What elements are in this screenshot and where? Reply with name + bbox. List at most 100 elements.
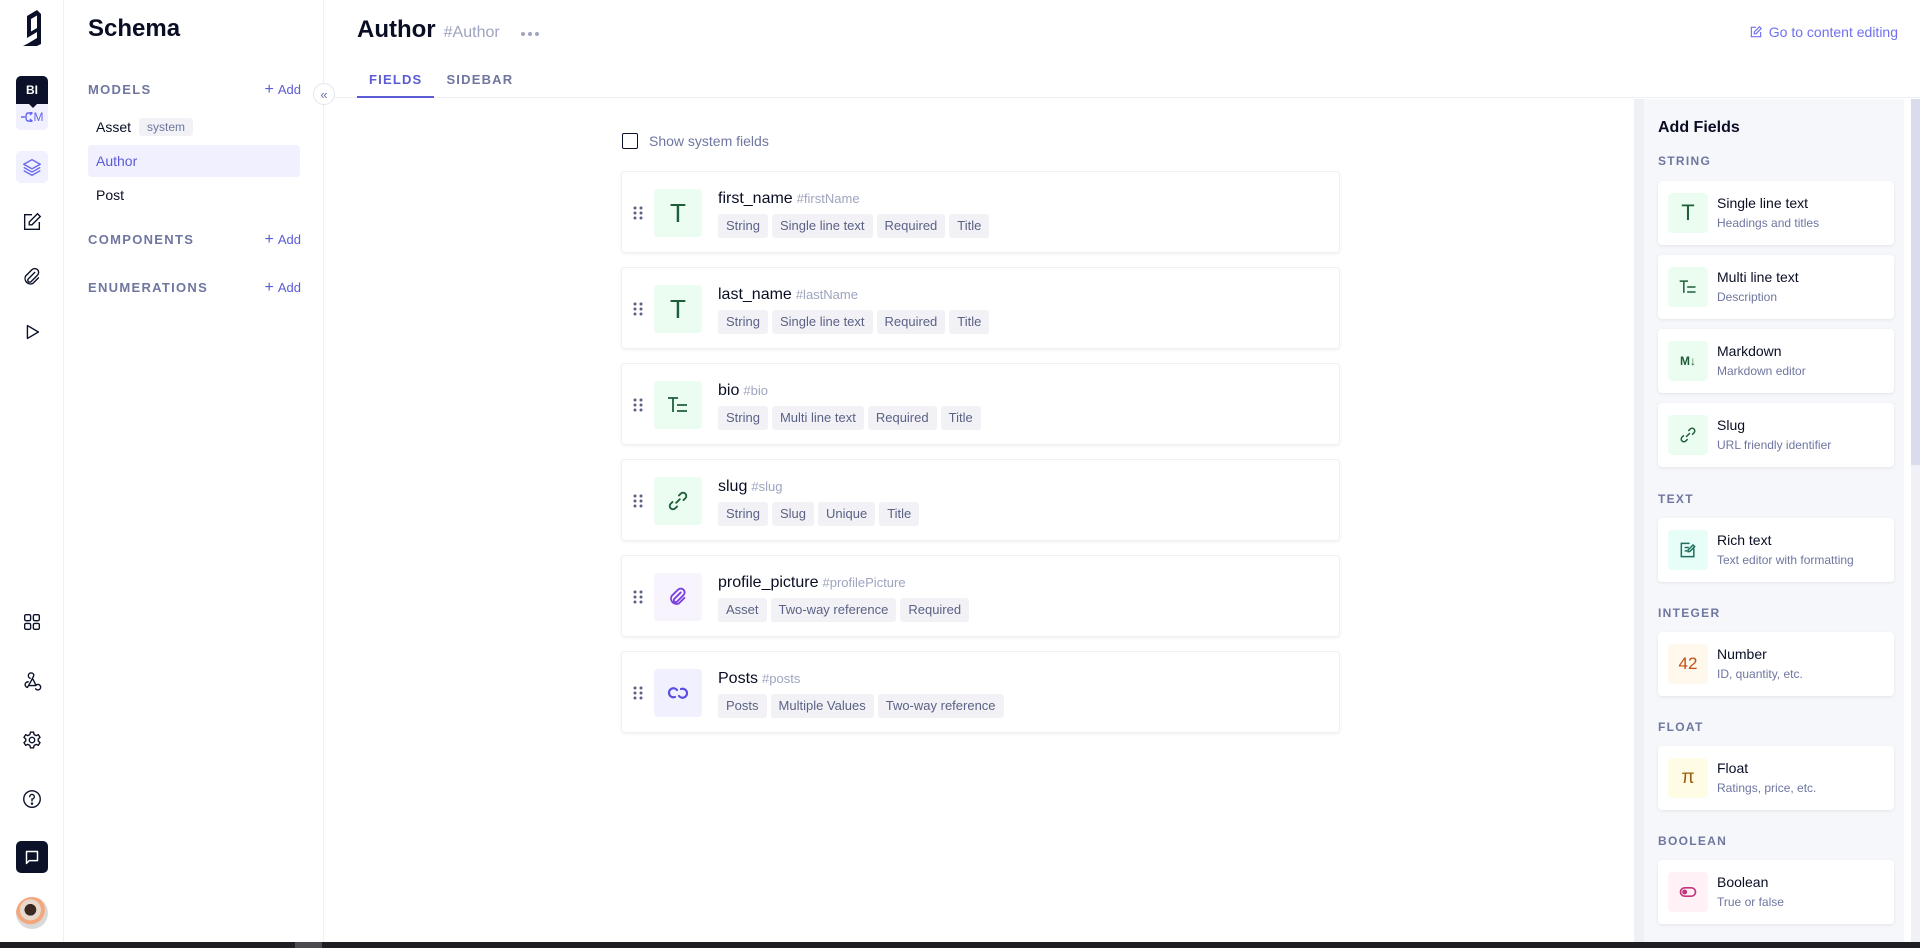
field-type-desc: Headings and titles — [1717, 216, 1820, 230]
horizontal-scrollbar[interactable] — [0, 942, 1920, 948]
pi-icon: π — [1668, 758, 1708, 798]
checkbox[interactable] — [622, 133, 638, 149]
nav-assets[interactable] — [16, 261, 48, 293]
drag-handle-icon[interactable] — [632, 205, 644, 221]
nav-playground[interactable] — [16, 316, 48, 348]
hygraph-logo-icon[interactable] — [20, 9, 44, 49]
more-options-button[interactable] — [519, 24, 541, 44]
toggle-icon — [1668, 872, 1708, 912]
environment-switcher[interactable]: BI M — [16, 76, 48, 130]
field-name: last_name — [718, 286, 792, 303]
field-row-profile-picture[interactable]: profile_picture #profilePicture Asset Two… — [621, 555, 1340, 637]
field-api-id: #profilePicture — [822, 575, 906, 590]
link-icon — [654, 477, 702, 525]
sidebar-item-asset[interactable]: Asset system — [88, 111, 300, 143]
field-row-posts[interactable]: Posts #posts Posts Multiple Values Two-wa… — [621, 651, 1340, 733]
add-model-button[interactable]: + Add — [265, 82, 301, 98]
field-type-rich-text[interactable]: Rich text Text editor with formatting — [1658, 518, 1894, 582]
field-type-markdown[interactable]: M↓ Markdown Markdown editor — [1658, 329, 1894, 393]
text-icon: T — [654, 189, 702, 237]
model-display-name: Author — [357, 16, 436, 43]
field-type-desc: Text editor with formatting — [1717, 553, 1854, 567]
text-icon: T — [1668, 193, 1708, 233]
field-row-first-name[interactable]: T first_name #firstName String Single lin… — [621, 171, 1340, 253]
field-type-name: Multi line text — [1717, 269, 1799, 285]
scrollbar-thumb[interactable] — [1911, 99, 1920, 465]
nav-content[interactable] — [16, 206, 48, 238]
markdown-icon: M↓ — [1668, 341, 1708, 381]
field-tag: Multi line text — [771, 406, 864, 430]
drag-handle-icon[interactable] — [632, 397, 644, 413]
nav-schema[interactable] — [16, 151, 48, 183]
rich-text-icon — [1668, 530, 1708, 570]
sidebar-item-post[interactable]: Post — [88, 179, 300, 211]
play-icon — [26, 324, 40, 340]
field-type-boolean[interactable]: Boolean True or false — [1658, 860, 1894, 924]
field-type-desc: ID, quantity, etc. — [1717, 667, 1803, 681]
relation-icon — [654, 669, 702, 717]
field-type-desc: Markdown editor — [1717, 364, 1806, 378]
tab-fields[interactable]: FIELDS — [357, 68, 435, 98]
pi-glyph: π — [1681, 767, 1695, 788]
tab-sidebar[interactable]: SIDEBAR — [434, 68, 525, 98]
webhook-icon — [24, 672, 42, 691]
field-type-slug[interactable]: Slug URL friendly identifier — [1658, 403, 1894, 467]
field-tag: Required — [876, 310, 946, 334]
user-avatar[interactable] — [16, 897, 48, 929]
dot — [535, 32, 539, 36]
number-icon: 42 — [1668, 644, 1708, 684]
model-name: Post — [96, 187, 125, 203]
model-header: Author #Author Go to content editing FIE… — [325, 0, 1920, 98]
field-type-name: Number — [1717, 646, 1767, 662]
field-tag: Title — [949, 214, 990, 238]
field-name: Posts — [718, 670, 759, 687]
gear-icon — [23, 731, 41, 749]
nav-webhooks[interactable] — [16, 665, 48, 697]
app-root: BI M Schema MODELS + Add Asset system Au… — [0, 0, 1920, 948]
model-name: Asset — [96, 119, 132, 135]
category-text: TEXT — [1658, 492, 1694, 506]
paperclip-icon — [654, 573, 702, 621]
number-glyph: 42 — [1678, 654, 1698, 673]
field-type-multi-line-text[interactable]: Multi line text Description — [1658, 255, 1894, 319]
model-title: Author #Author — [357, 16, 500, 44]
nav-help[interactable] — [16, 783, 48, 815]
drag-handle-icon[interactable] — [632, 493, 644, 509]
field-tag: Single line text — [771, 310, 873, 334]
field-type-number[interactable]: 42 Number ID, quantity, etc. — [1658, 632, 1894, 696]
field-row-last-name[interactable]: T last_name #lastName String Single line … — [621, 267, 1340, 349]
sidebar-title: Schema — [88, 15, 181, 42]
panel-scrollbar[interactable] — [1911, 99, 1920, 942]
field-row-bio[interactable]: bio #bio String Multi line text Required … — [621, 363, 1340, 445]
field-tag: Required — [900, 598, 970, 622]
nav-apps[interactable] — [16, 606, 48, 638]
add-component-button[interactable]: + Add — [265, 232, 301, 248]
add-fields-panel: Add Fields STRING T Single line text Hea… — [1644, 99, 1904, 942]
field-type-single-line-text[interactable]: T Single line text Headings and titles — [1658, 181, 1894, 245]
paperclip-icon — [24, 267, 40, 285]
drag-handle-icon[interactable] — [632, 301, 644, 317]
components-section-header: COMPONENTS + Add — [88, 232, 301, 248]
field-row-slug[interactable]: slug #slug String Slug Unique Title — [621, 459, 1340, 541]
show-system-fields-checkbox[interactable]: Show system fields — [622, 133, 769, 149]
models-section-header: MODELS + Add — [88, 82, 301, 98]
field-api-id: #bio — [743, 383, 768, 398]
category-boolean: BOOLEAN — [1658, 834, 1728, 848]
branch-icon — [20, 112, 33, 122]
drag-handle-icon[interactable] — [632, 685, 644, 701]
nav-chat[interactable] — [16, 841, 48, 873]
models-label: MODELS — [88, 82, 152, 97]
nav-settings[interactable] — [16, 724, 48, 756]
collapse-sidebar-button[interactable]: « — [313, 83, 335, 105]
scrollbar-thumb[interactable] — [295, 942, 322, 948]
field-api-id: #lastName — [795, 287, 858, 302]
branch-label: M — [33, 110, 44, 124]
go-to-content-editing-link[interactable]: Go to content editing — [1749, 24, 1898, 40]
field-name: slug — [718, 478, 748, 495]
drag-handle-icon[interactable] — [632, 589, 644, 605]
field-type-float[interactable]: π Float Ratings, price, etc. — [1658, 746, 1894, 810]
add-enumeration-button[interactable]: + Add — [265, 280, 301, 296]
sidebar-item-author[interactable]: Author — [88, 145, 300, 177]
field-type-name: Rich text — [1717, 532, 1772, 548]
components-label: COMPONENTS — [88, 232, 195, 247]
